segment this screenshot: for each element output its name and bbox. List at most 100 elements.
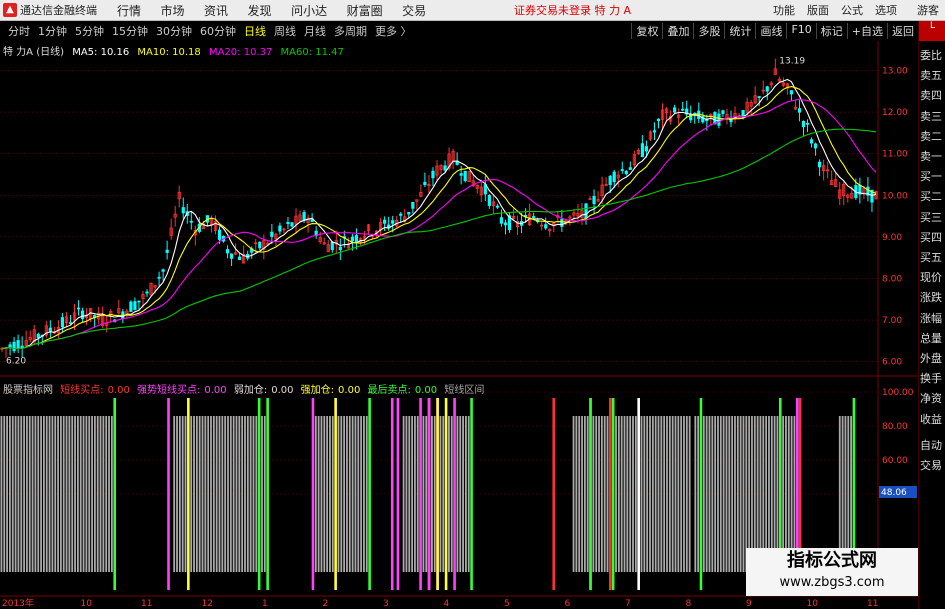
- watermark-line1: 指标公式网: [787, 550, 877, 571]
- x-tick-label: 2: [323, 599, 329, 609]
- side-panel-item[interactable]: 净资: [920, 388, 945, 409]
- side-panel-item[interactable]: 买二: [920, 186, 945, 207]
- candle-body: [330, 241, 334, 251]
- zone-bar: [244, 416, 246, 572]
- candle-body: [350, 236, 355, 242]
- ma20-line: [1, 98, 877, 350]
- side-panel-item[interactable]: 买四: [920, 227, 945, 248]
- candle-body: [459, 173, 463, 176]
- x-tick-label: 1: [262, 599, 268, 609]
- zone-bar: [649, 416, 651, 572]
- zone-bar: [48, 416, 51, 572]
- candle-body: [217, 229, 222, 240]
- zone-bar: [51, 416, 54, 572]
- zone-bar: [102, 416, 105, 572]
- candle-body: [411, 202, 415, 209]
- zone-bar: [99, 416, 102, 572]
- buy-label: 短线买点:: [60, 385, 104, 396]
- side-panel-item[interactable]: 交易: [920, 455, 945, 476]
- candle-body: [681, 108, 685, 111]
- panel-corner-badge[interactable]: L: [919, 21, 945, 41]
- zone-bar: [422, 416, 425, 572]
- candle-body: [12, 341, 16, 352]
- side-panel-item[interactable]: 换手: [920, 368, 945, 389]
- guest-button[interactable]: 游客: [917, 2, 939, 18]
- zone-bar: [85, 416, 88, 572]
- signal-line: [167, 398, 170, 590]
- candle-body: [302, 212, 306, 221]
- candle-body: [809, 139, 814, 144]
- signal-line: [611, 398, 615, 590]
- candle-body: [290, 222, 294, 227]
- zone-bar: [323, 416, 326, 572]
- side-panel-item[interactable]: 买五: [920, 247, 945, 268]
- side-panel-item[interactable]: 外盘: [920, 348, 945, 369]
- candle-body: [157, 276, 161, 279]
- signal-line: [589, 398, 592, 590]
- weak-value: 0.00: [271, 385, 294, 396]
- side-panel-item[interactable]: 现价: [920, 267, 945, 288]
- candle-body: [673, 107, 677, 113]
- zone-bar: [459, 416, 462, 572]
- x-tick-label: 9: [746, 599, 752, 609]
- candle-body: [499, 217, 504, 224]
- side-panel-item[interactable]: 涨跌: [920, 287, 945, 308]
- side-panel-item[interactable]: 涨幅: [920, 308, 945, 329]
- candle-body: [713, 112, 717, 125]
- price-tick-label: 12.00: [882, 108, 908, 118]
- candle-body: [592, 195, 596, 205]
- zone-bar: [351, 416, 354, 572]
- side-panel-item[interactable]: 卖三: [920, 106, 945, 127]
- candle-body: [443, 165, 447, 171]
- signal-line: [396, 398, 400, 590]
- signal-line: [637, 398, 640, 590]
- watermark-line2: www.zbgs3.com: [779, 575, 885, 590]
- zone-bar: [405, 416, 408, 572]
- candle-body: [620, 169, 624, 171]
- zone-bar: [708, 416, 711, 572]
- signal-line: [113, 398, 117, 590]
- zone-bar: [425, 416, 428, 572]
- zone-bar: [343, 416, 346, 572]
- zone-bar: [623, 416, 626, 572]
- zone-bar: [671, 416, 674, 572]
- side-panel-item[interactable]: 自动: [920, 435, 945, 456]
- candle-body: [697, 110, 701, 120]
- zone-bar: [178, 416, 181, 572]
- x-tick-label: 4: [444, 599, 450, 609]
- candle-body: [399, 213, 403, 216]
- quote-side-panel: L 委比 卖五 卖四 卖三 卖二 卖一 买一 买二 买三 买四 买五 现价 涨跌 涨幅 总量 外盘 换手 净资 收益…: [918, 21, 945, 609]
- x-tick-label: 8: [686, 599, 692, 609]
- side-panel-item[interactable]: 买一: [920, 166, 945, 187]
- side-panel-item[interactable]: 卖四: [920, 85, 945, 106]
- zone-bar: [34, 416, 37, 572]
- side-panel-item[interactable]: 总量: [920, 328, 945, 349]
- zone-bar: [255, 416, 258, 572]
- zone-bar: [108, 416, 110, 572]
- candle-body: [801, 121, 806, 128]
- zone-bar: [674, 416, 677, 572]
- zone-bar: [677, 416, 680, 572]
- side-panel-item[interactable]: 卖二: [920, 126, 945, 147]
- zone-bar: [96, 416, 99, 572]
- zone-bar: [629, 416, 632, 572]
- zone-bar: [31, 416, 34, 572]
- candle-body: [165, 249, 169, 253]
- candle-body: [278, 225, 282, 232]
- side-panel-item[interactable]: 买三: [920, 207, 945, 228]
- side-panel-item[interactable]: 卖一: [920, 146, 945, 167]
- candle-body: [463, 170, 467, 182]
- x-tick-label: 11: [867, 599, 878, 609]
- candle-body: [48, 327, 52, 332]
- zone-bar: [626, 416, 629, 572]
- signal-line: [427, 398, 431, 590]
- indicator-tick-label: 80.00: [882, 422, 908, 432]
- side-panel-item[interactable]: 委比: [920, 45, 945, 66]
- side-panel-item[interactable]: 卖五: [920, 65, 945, 86]
- candle-body: [656, 118, 661, 122]
- candle-body: [60, 317, 65, 328]
- side-panel-item[interactable]: 收益: [920, 409, 945, 430]
- ma60-label: MA60: 11.47: [280, 47, 344, 58]
- chart-area[interactable]: 6.007.008.009.0010.0011.0012.0013.0013.1…: [0, 0, 918, 609]
- candle-body: [789, 90, 794, 95]
